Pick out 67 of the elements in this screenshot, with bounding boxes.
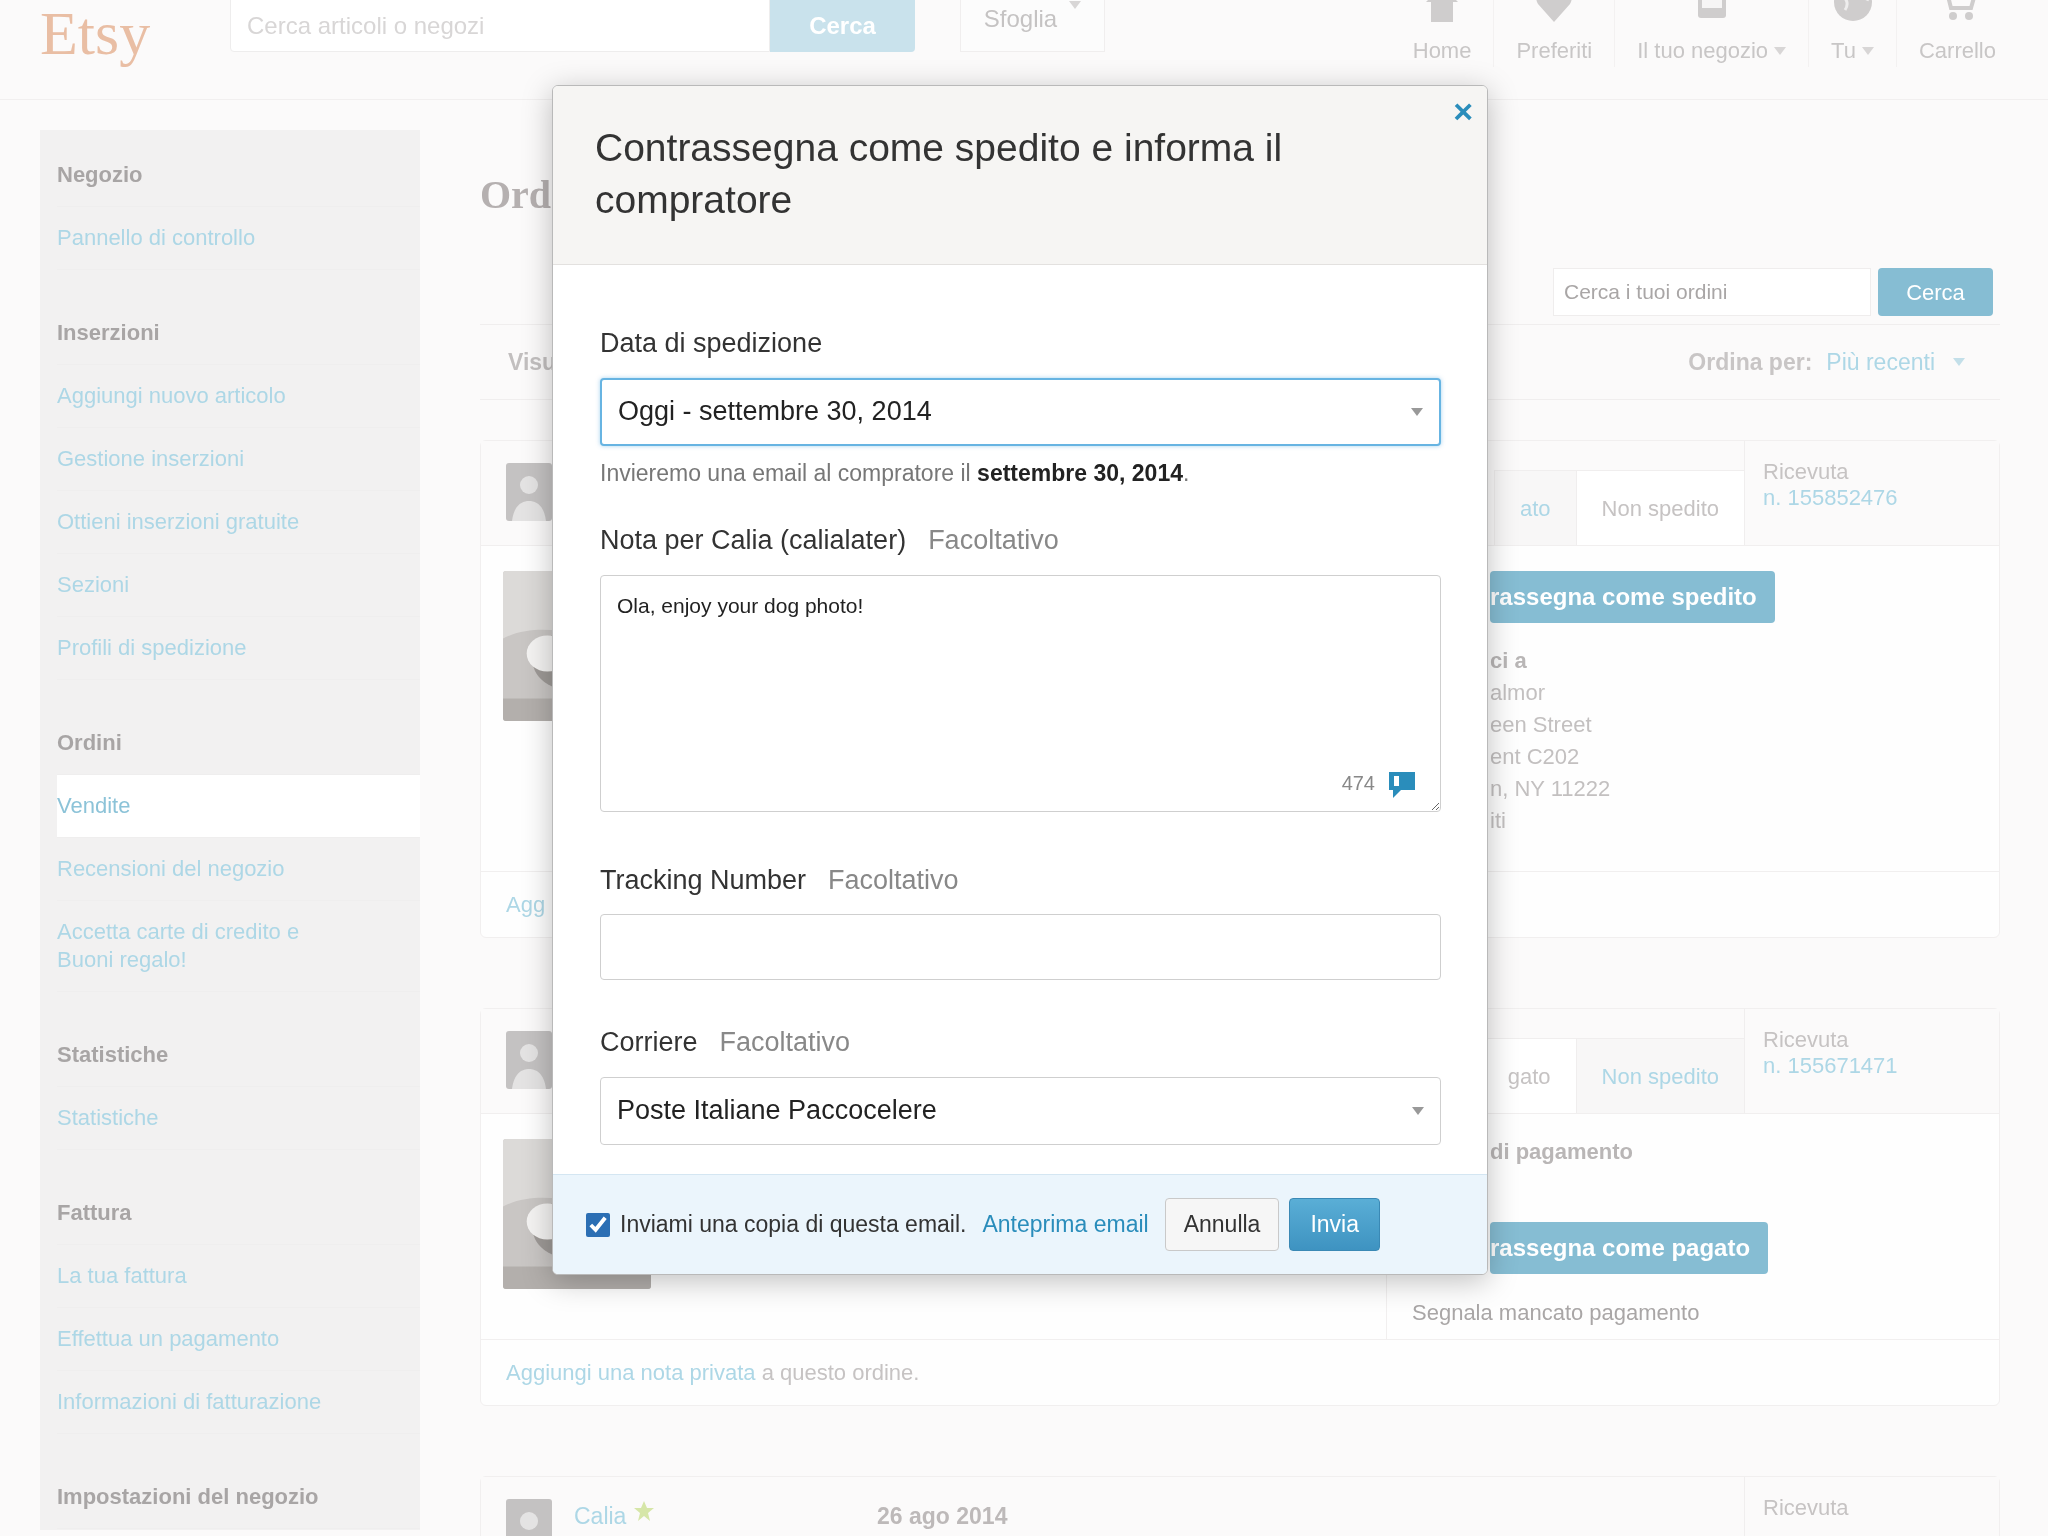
field-label: Data di spedizione [600,327,823,360]
status-tab[interactable]: Non spedito [1575,470,1744,545]
close-button[interactable]: × [1449,90,1477,132]
action-button[interactable]: rassegna come pagato [1490,1222,1769,1274]
optional-label: Facoltativo [719,1026,851,1059]
address-heading: ci a [1490,647,1528,675]
caret-icon [1411,407,1423,416]
address-line: almor [1490,679,1546,707]
page-title: Ord [480,171,552,219]
carrier-select[interactable]: Poste Italiane Paccocelere [600,1076,1441,1145]
sidebar-link[interactable]: Aggiungi nuovo articolo [57,365,420,428]
sidebar-heading: Impostazioni del negozio [57,1466,420,1529]
sidebar-link[interactable]: Profili di spedizione [57,617,420,680]
comment-icon [1389,771,1415,798]
help-text: Invieremo una email al compratore il settembre 30, 2014. [600,458,1191,488]
optional-label: Facoltativo [828,863,959,897]
date-select[interactable]: Oggi - settembre 30, 2014 [600,377,1441,446]
order-search-field[interactable]: Cerca i tuoi ordini [1553,268,1871,316]
sidebar-link[interactable]: Statistiche [57,1087,420,1150]
report-link[interactable]: Segnala mancato pagamento [1412,1296,1999,1329]
sidebar-link[interactable]: Gestione inserzioni [57,428,420,491]
dialog-title: Contrassegna come spedito e informa il compratore [595,125,1284,223]
sidebar-link[interactable]: Sezioni [57,554,420,617]
sidebar-link[interactable]: Recensioni del negozio [57,838,420,901]
receipt-link[interactable]: n. 155852476 [1763,485,1989,511]
sidebar-link[interactable]: La tua fattura [57,1245,420,1308]
send-button[interactable]: Invia [1289,1198,1380,1251]
sidebar-heading: Fattura [57,1182,420,1245]
sidebar-heading: Negozio [57,144,420,207]
status-tab[interactable]: Non spedito [1575,1038,1744,1113]
address-line: ent C202 [1490,743,1581,771]
caret-icon [1412,1106,1424,1115]
preview-link[interactable]: Anteprima email [982,1207,1149,1242]
payment-heading: di pagamento [1490,1139,1634,1165]
field-label: Nota per Calia (calialater) [600,524,907,557]
char-counter: 474 [1341,770,1375,796]
sidebar-link[interactable]: Vendite [57,775,420,838]
note-link[interactable]: Agg [506,888,546,921]
action-button[interactable]: rassegna come spedito [1490,571,1775,623]
cancel-button[interactable]: Annulla [1164,1198,1280,1251]
field-label: Tracking Number [600,863,807,897]
optional-label: Facoltativo [928,524,1059,557]
address-line: iti [1490,807,1507,835]
receipt-link[interactable]: n. 155671471 [1763,1053,1989,1079]
sidebar-heading: Statistiche [57,1024,420,1087]
sidebar-link[interactable]: Accetta carte di credito e Buoni regalo! [57,901,420,992]
address-line: n, NY 11222 [1490,775,1612,803]
sidebar-heading: Inserzioni [57,302,420,365]
status-tab[interactable]: ato [1494,470,1576,545]
address-line: een Street [1490,711,1593,739]
field-label: Corriere [600,1026,698,1059]
sidebar-link[interactable]: Informazioni di fatturazione [57,1371,420,1434]
checkbox-label: Inviami una copia di questa email. [620,1210,967,1240]
buyer-link[interactable]: Calia [574,1499,627,1534]
note-link[interactable]: Aggiungi una nota privata [506,1360,756,1385]
note-text: Aggiungi una nota privata a questo ordine. [506,1359,920,1387]
caret-icon [1953,358,1965,366]
sidebar-link[interactable]: Pannello di controllo [57,207,420,270]
order-search-button[interactable]: Cerca [1878,268,1993,316]
copy-checkbox[interactable] [586,1212,610,1237]
sidebar-link[interactable]: Effettua un pagamento [57,1308,420,1371]
sidebar-link[interactable]: Ottieni inserzioni gratuite [57,491,420,554]
caret-icon [1069,1,1082,9]
tracking-field[interactable] [600,914,1441,980]
browse-button[interactable]: Sfoglia [960,0,1105,52]
sort-dropdown[interactable]: Più recenti [1826,344,1965,380]
order-date: 26 ago 2014 [877,1502,1008,1531]
